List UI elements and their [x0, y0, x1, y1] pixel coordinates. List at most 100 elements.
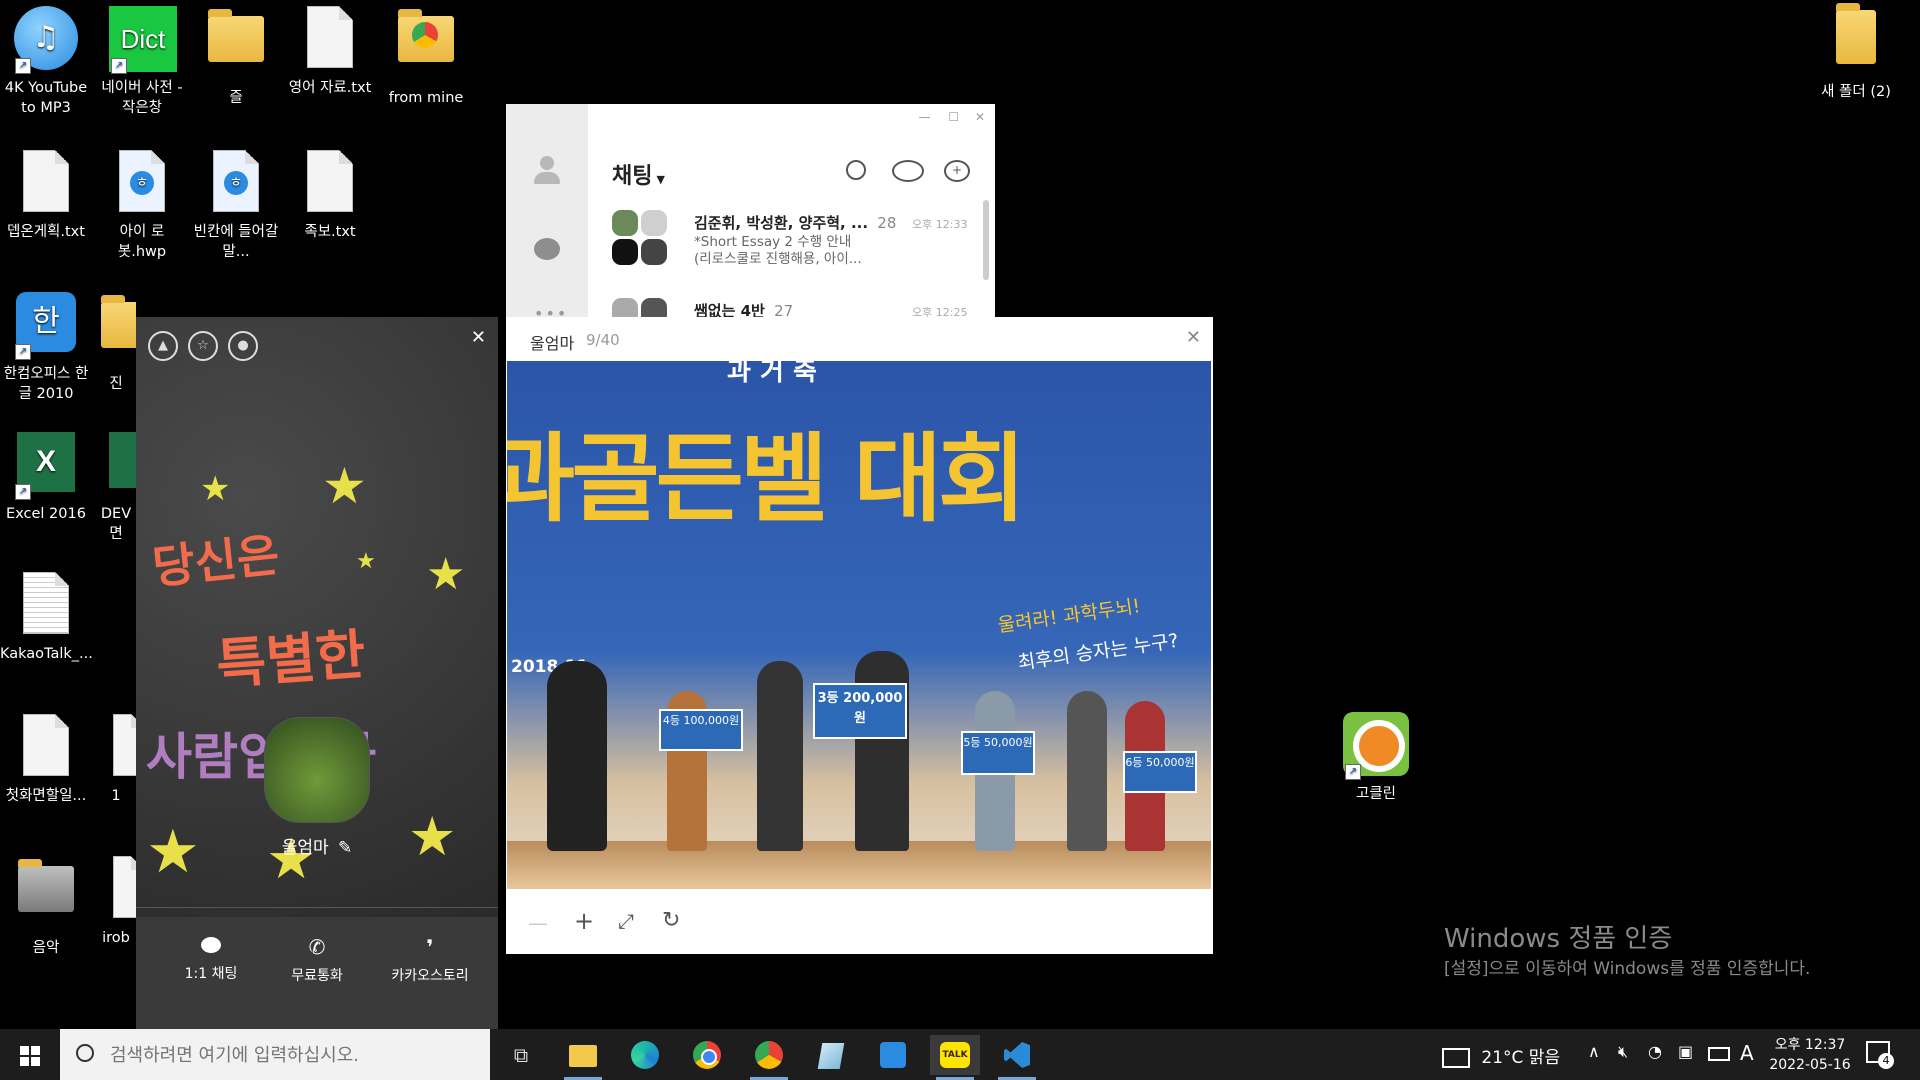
desktop-icon-label: 첫화면할일... — [5, 788, 87, 804]
cover-text: 특별한 — [214, 622, 368, 697]
cover-star: ★ — [426, 549, 466, 600]
avatar[interactable] — [264, 717, 370, 823]
taskbar-search-input[interactable] — [108, 1039, 472, 1071]
photo-viewer-window: 울엄마 9/40 ✕ 과 거 축 과골든벨 대회 2018.11. 울려라! 과… — [506, 317, 1213, 954]
zoom-out-button[interactable]: — — [528, 911, 548, 935]
task-view-button[interactable]: ⧉ — [496, 1035, 546, 1075]
desktop-icon-hancom[interactable]: 한 ↗ 한컴오피스 한글 2010 — [0, 292, 92, 404]
hancom-logo: 한 — [16, 292, 76, 352]
minimize-button[interactable]: — — [919, 110, 931, 124]
close-button[interactable]: ✕ — [1186, 327, 1201, 348]
excel-logo: X — [17, 432, 75, 492]
person — [547, 661, 607, 851]
clock[interactable]: 오후 12:37 2022-05-16 — [1766, 1035, 1854, 1075]
desktop-icon-music-folder[interactable]: 음악 — [0, 856, 92, 958]
taskbar-search-box[interactable] — [60, 1029, 490, 1080]
folder-icon — [569, 1045, 597, 1067]
desktop-icon-from-mine[interactable]: from mine — [380, 6, 472, 108]
hancom-icon — [880, 1042, 906, 1068]
device-icon[interactable]: ▣ — [1678, 1042, 1693, 1061]
battery-icon[interactable] — [1708, 1047, 1730, 1061]
weather-text: 21°C 맑음 — [1481, 1048, 1561, 1068]
desktop-icon-kakaotalk-file[interactable]: KakaoTalk_... — [0, 572, 93, 664]
taskbar-hancom[interactable] — [868, 1035, 918, 1075]
cover-star: ★ — [356, 549, 376, 574]
open-chat-icon[interactable] — [892, 160, 924, 182]
photo-icon[interactable]: ▲ — [148, 331, 178, 361]
star-icon[interactable]: ☆ — [188, 331, 218, 361]
desktop-icon-first-screen[interactable]: 첫화면할일... — [0, 714, 92, 806]
profile-action-call[interactable]: ✆ 무료통화 — [272, 935, 362, 985]
tray-chevron-icon[interactable]: ∧ — [1588, 1042, 1600, 1061]
person — [855, 651, 909, 851]
input-language[interactable]: A — [1740, 1041, 1754, 1065]
volume-muted-icon[interactable]: 🔇︎ — [1618, 1042, 1628, 1062]
desktop-icon-dev[interactable]: DEV 면 — [96, 432, 136, 544]
friends-icon[interactable] — [532, 156, 562, 186]
profile-window: ★ ★ ★ ★ ★ ★ ★ 당신은 특별한 사람입니다 ▲ ☆ ● ✕ 울엄마 … — [136, 317, 498, 1029]
weather-widget[interactable]: 21°C 맑음 — [1442, 1043, 1560, 1068]
profile-action-story[interactable]: ❜ 카카오스토리 — [370, 935, 490, 985]
desktop-icon-excel[interactable]: X ↗ Excel 2016 — [0, 432, 92, 524]
goclean-icon: ↗ — [1343, 712, 1409, 780]
desktop-icon-goclean[interactable]: ↗ 고클린 — [1330, 712, 1422, 804]
zoom-in-button[interactable]: + — [574, 907, 594, 935]
close-button[interactable]: ✕ — [471, 327, 486, 348]
desktop-icon-blank-hwp[interactable]: ㅎ 빈칸에 들어갈 말... — [190, 150, 282, 262]
windows-start-button[interactable] — [0, 1029, 58, 1080]
desktop-icon-jin[interactable]: 진 — [96, 292, 136, 394]
close-button[interactable]: ✕ — [975, 110, 985, 124]
desktop-icon-english-txt[interactable]: 영어 자료.txt — [284, 6, 376, 98]
text-file-icon — [297, 6, 363, 74]
search-icon[interactable] — [846, 160, 866, 180]
taskbar-kakaotalk[interactable]: TALK — [930, 1035, 980, 1080]
scrollbar[interactable] — [983, 200, 989, 280]
shortcut-arrow-icon: ↗ — [15, 58, 31, 74]
pencil-icon[interactable]: ✎ — [338, 838, 352, 858]
desktop-icon-label: 족보.txt — [304, 224, 356, 240]
profile-action-1on1[interactable]: 1:1 채팅 — [166, 937, 256, 983]
desktop-icon-label: irob — [102, 930, 130, 946]
taskbar-chrome[interactable] — [682, 1035, 732, 1075]
desktop-icon-irob[interactable]: irob — [96, 856, 136, 948]
folder-icon — [13, 859, 79, 934]
desktop-icon-jokbo-txt[interactable]: 족보.txt — [284, 150, 376, 242]
notification-center-button[interactable]: 4 — [1866, 1041, 1896, 1071]
shortcut-arrow-icon: ↗ — [1345, 764, 1361, 780]
clock-time: 오후 12:37 — [1774, 1037, 1846, 1053]
hwp-file-icon: ㅎ — [203, 150, 269, 218]
search-icon — [76, 1044, 94, 1062]
desktop-icon-irobot-hwp[interactable]: ㅎ 아이 로봇.hwp — [96, 150, 188, 262]
desktop-icon-new-folder-2[interactable]: 새 폴더 (2) — [1806, 3, 1906, 102]
chrome-icon — [755, 1041, 783, 1069]
profile-name-row[interactable]: 울엄마 ✎ — [136, 833, 498, 858]
desktop-icon-debon-txt[interactable]: 뎁온게획.txt — [0, 150, 92, 242]
taskbar-notes-app[interactable] — [806, 1035, 856, 1075]
desktop-icon-label: 4K YouTube to MP3 — [4, 80, 88, 116]
viewer-toolbar: — + ⤢ ↻ — [506, 897, 1213, 953]
desktop-icon-one[interactable]: 1 — [96, 714, 136, 806]
fit-screen-button[interactable]: ⤢ — [618, 909, 634, 933]
wifi-icon[interactable]: ◔ — [1648, 1042, 1662, 1061]
desktop-icon-folder-jeul[interactable]: 즐 — [190, 6, 282, 108]
chat-list-title[interactable]: 채팅 ▼ — [612, 158, 665, 190]
rotate-button[interactable]: ↻ — [662, 908, 680, 933]
chat-bubble-icon[interactable] — [534, 238, 560, 260]
hancom-icon: 한 ↗ — [13, 292, 79, 360]
chat-list-item[interactable]: 김준휘, 박성환, 양주혁, ... 28 오후 12:33 *Short Es… — [612, 210, 972, 270]
taskbar-chrome-profile[interactable] — [744, 1035, 794, 1080]
desktop-icon-naver-dict[interactable]: Dict ↗ 네이버 사전 - 작은창 — [96, 6, 188, 118]
shortcut-arrow-icon: ↗ — [111, 58, 127, 74]
award-photo[interactable]: 과 거 축 과골든벨 대회 2018.11. 울려라! 과학두뇌! 최후의 승자… — [507, 361, 1211, 889]
folder-icon — [393, 9, 459, 84]
maximize-button[interactable]: ☐ — [948, 110, 959, 124]
taskbar-vscode[interactable] — [992, 1035, 1042, 1080]
person-icon[interactable]: ● — [228, 331, 258, 361]
preview-line: (리로스쿨로 진행해용, 아이... — [694, 251, 862, 267]
desktop-icon-4k-youtube[interactable]: ♫ ↗ 4K YouTube to MP3 — [0, 6, 92, 118]
desktop-icon-label: 고클린 — [1355, 786, 1397, 802]
new-chat-icon[interactable]: + — [944, 160, 970, 182]
taskbar-edge[interactable] — [620, 1035, 670, 1075]
taskbar-file-explorer[interactable] — [558, 1035, 608, 1080]
profile-divider — [136, 907, 498, 908]
